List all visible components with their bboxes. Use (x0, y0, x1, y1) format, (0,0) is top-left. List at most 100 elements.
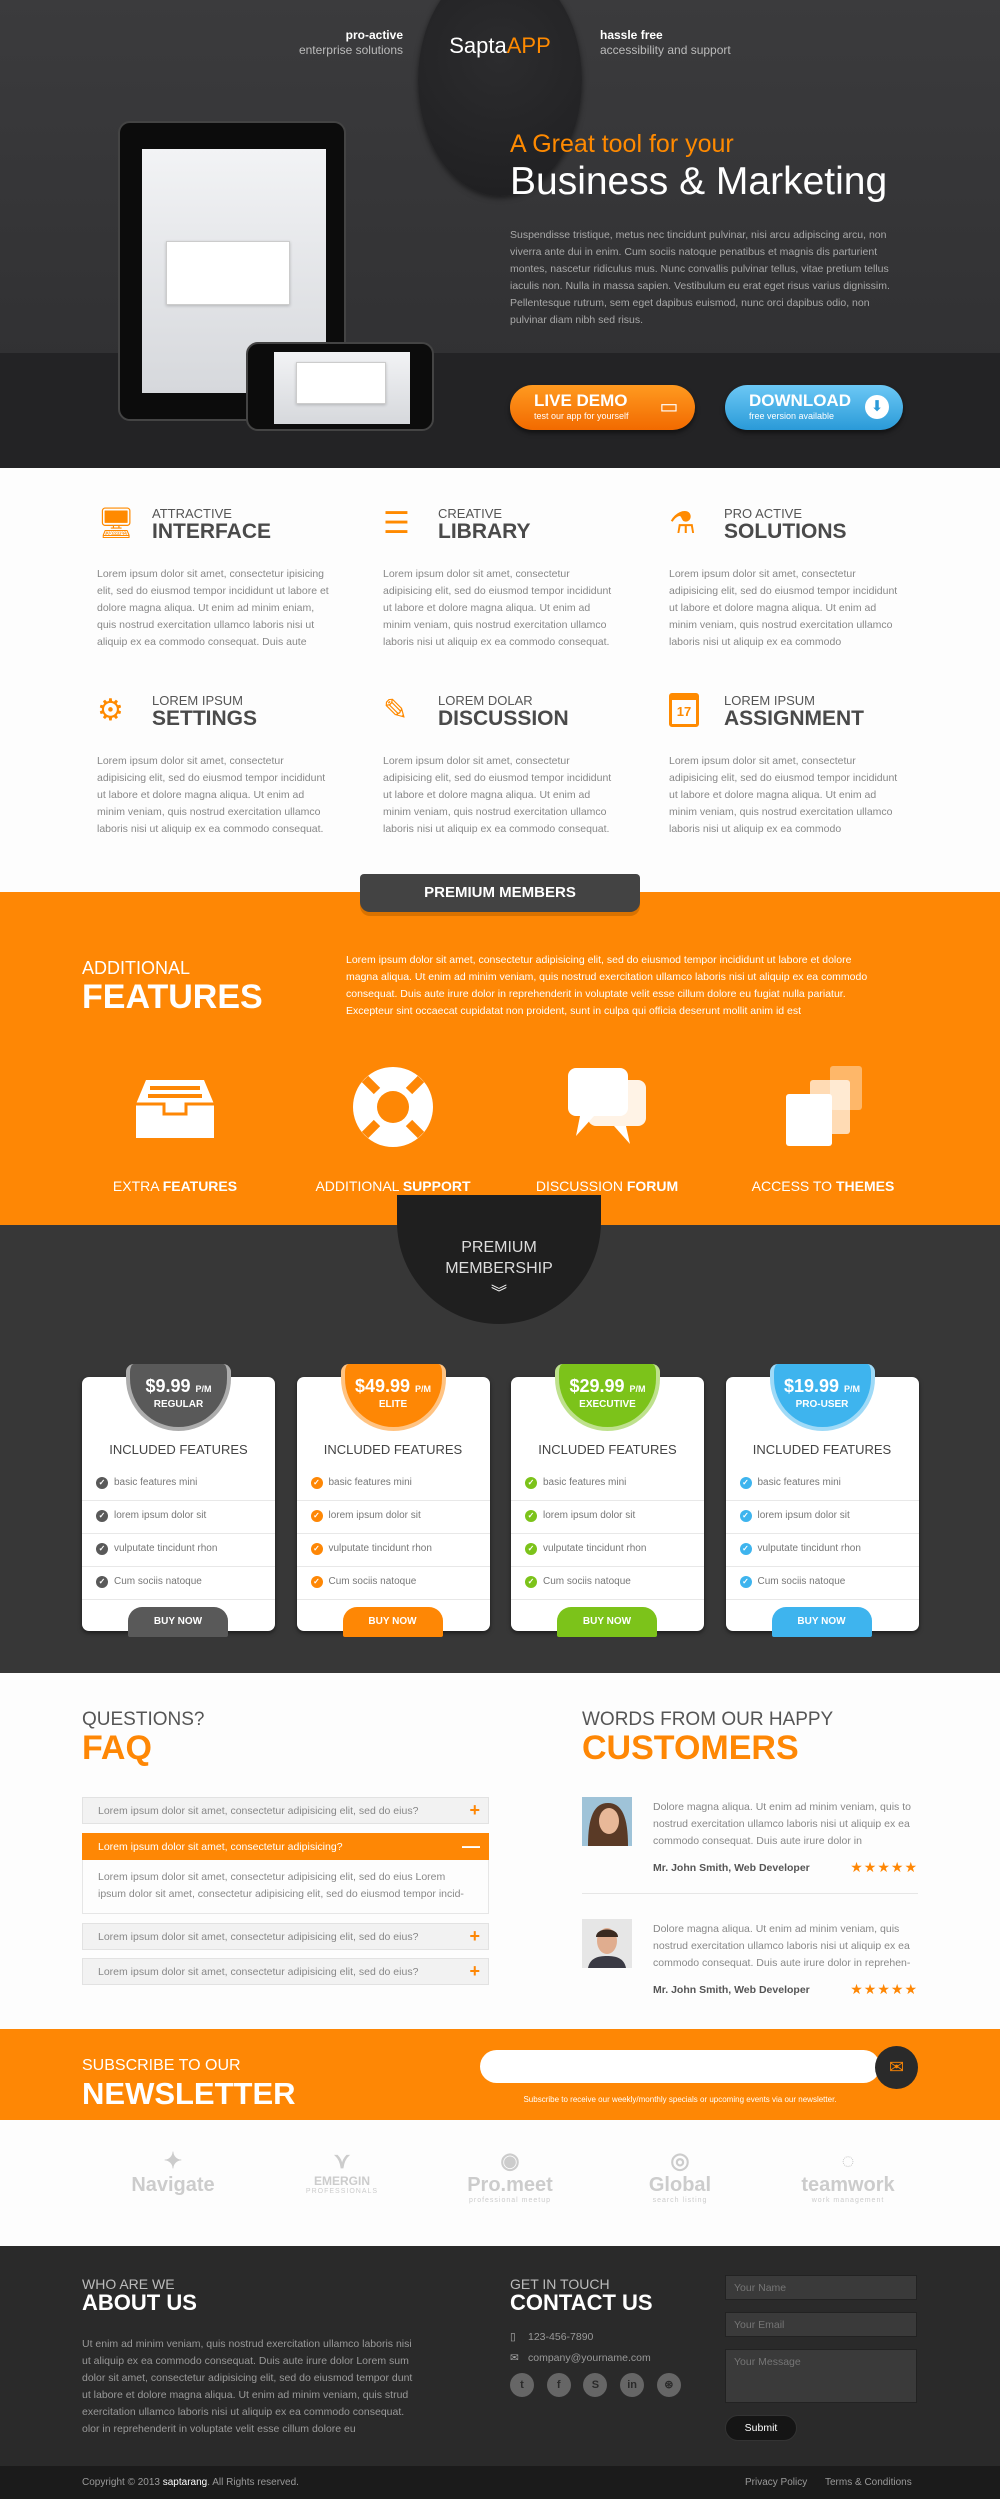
faq-question: Lorem ipsum dolor sit amet, consectetur … (98, 1841, 343, 1853)
price: $29.99 P/M (569, 1376, 646, 1396)
feature-subtitle: LOREM DOLAR (438, 693, 533, 708)
newsletter-email-input[interactable] (480, 2050, 880, 2083)
partners-section: ✦ Navigate ⋎ EMERGIN PROFESSIONALS ◉ Pro.meet p… (0, 2120, 1000, 2246)
star-icon: ★ (890, 1981, 905, 1997)
newsletter-note: Subscribe to receive our weekly/monthly … (523, 2095, 837, 2104)
plus-icon[interactable]: + (469, 1926, 480, 1947)
faq-item[interactable]: Lorem ipsum dolor sit amet, consectetur … (82, 1958, 489, 1985)
logo[interactable]: SaptaAPP (418, 33, 582, 59)
name-field[interactable] (725, 2275, 917, 2300)
gear-icon: ⚙ (97, 694, 124, 727)
faq-answer: Lorem ipsum dolor sit amet, consectetur … (82, 1860, 489, 1914)
email-info[interactable]: ✉ company@yourname.com (510, 2352, 651, 2364)
feature-item: ✓ basic features mini (82, 1468, 275, 1501)
price-badge: $29.99 P/M EXECUTIVE (555, 1364, 660, 1431)
testimonial-author: Mr. John Smith, Web Developer (653, 1862, 810, 1874)
privacy-link[interactable]: Privacy Policy (745, 2477, 807, 2488)
feature-list: ✓ basic features mini ✓ lorem ipsum dolor s… (511, 1468, 704, 1600)
faq-item[interactable]: Lorem ipsum dolor sit amet, consectetur … (82, 1833, 489, 1860)
premium-feature-features[interactable]: EXTRA FEATURES (65, 1064, 285, 1194)
pricing-card-pro-user: $19.99 P/M PRO-USER INCLUDED FEATURES ✓ basi… (725, 1364, 919, 1637)
copyright: Copyright © 2013 saptarang. All Rights r… (82, 2477, 299, 2488)
check-icon: ✓ (96, 1543, 108, 1555)
terms-link[interactable]: Terms & Conditions (825, 2477, 912, 2488)
star-icon: ★ (863, 1981, 878, 1997)
linkedin-icon[interactable]: in (620, 2373, 645, 2397)
skype-icon[interactable]: S (583, 2373, 608, 2397)
mail-icon: ✉ (510, 2352, 519, 2364)
avatar (582, 1919, 632, 1968)
monitor-icon: 🖥 (97, 507, 136, 540)
submit-button[interactable]: Submit (725, 2415, 797, 2441)
facebook-icon[interactable]: f (546, 2373, 571, 2397)
feature-item: ✓ Cum sociis natoque (511, 1567, 704, 1600)
testimonial-text: Dolore magna aliqua. Ut enim ad minim ve… (653, 1801, 911, 1847)
faq-item[interactable]: Lorem ipsum dolor sit amet, consectetur … (82, 1923, 489, 1950)
check-icon: ✓ (739, 1576, 752, 1588)
check-icon: ✓ (525, 1477, 537, 1489)
partner-logo-emergin[interactable]: ⋎ EMERGIN PROFESSIONALS (267, 2148, 417, 2195)
section-subtitle: ADDITIONAL (82, 958, 191, 978)
faq-item[interactable]: Lorem ipsum dolor sit amet, consectetur … (82, 1797, 489, 1824)
feature-title: SETTINGS (152, 707, 258, 730)
buy-now-button[interactable]: BUY NOW (557, 1607, 657, 1637)
feature-item: ✓ lorem ipsum dolor sit (725, 1501, 919, 1534)
feature-list: ✓ basic features mini ✓ lorem ipsum dolor s… (82, 1468, 275, 1600)
premium-feature-forum[interactable]: DISCUSSION FORUM (497, 1064, 717, 1194)
partner-logo-teamwork[interactable]: ◌ teamwork work management (773, 2148, 923, 2204)
live-demo-button[interactable]: LIVE DEMO test our app for yourself ▭ (510, 385, 695, 430)
phone-info: ▯ 123-456-7890 (510, 2331, 594, 2343)
dribbble-icon[interactable]: ⊛ (656, 2373, 681, 2397)
envelope-icon: ✉ (888, 2057, 905, 2077)
feature-item: ✓ vulputate tincidunt rhon (725, 1534, 919, 1567)
buy-now-button[interactable]: BUY NOW (342, 1607, 443, 1637)
plus-icon[interactable]: + (469, 1800, 480, 1821)
feature-item: ✓ basic features mini (511, 1468, 704, 1501)
check-icon: ✓ (96, 1576, 108, 1588)
check-icon: ✓ (310, 1477, 323, 1489)
minus-icon[interactable]: — (462, 1836, 480, 1857)
check-icon: ✓ (739, 1510, 752, 1522)
premium-feature-support[interactable]: ADDITIONAL SUPPORT (283, 1064, 503, 1194)
flask-icon: ⚗ (669, 507, 696, 540)
star-icon: ★ (890, 1859, 905, 1875)
phone-image (246, 342, 434, 431)
premium-feature-label: ACCESS TO THEMES (751, 1178, 895, 1194)
faq-customers-section: QUESTIONS? FAQ WORDS FROM OUR HAPPY CUST… (0, 1673, 1000, 2030)
monitor-icon: ▭ (659, 396, 679, 418)
premium-feature-label: DISCUSSION FORUM (535, 1178, 679, 1194)
feature-list: ✓ basic features mini ✓ lorem ipsum dolor s… (725, 1468, 919, 1600)
faq-question: Lorem ipsum dolor sit amet, consectetur … (98, 1805, 419, 1817)
buy-now-button[interactable]: BUY NOW (128, 1607, 228, 1637)
star-icon: ★ (877, 1859, 891, 1875)
logo-mark-icon: ◌ (841, 2148, 855, 2173)
customers-title: CUSTOMERS (582, 1729, 799, 1767)
email-field[interactable] (725, 2312, 917, 2337)
check-icon: ✓ (525, 1543, 537, 1555)
feature-item: ✓ lorem ipsum dolor sit (511, 1501, 704, 1534)
partner-logo-navigate[interactable]: ✦ Navigate (98, 2148, 248, 2197)
star-icon: ★ (850, 1981, 864, 1997)
chevron-double-down-icon[interactable]: ︾ (397, 1283, 601, 1304)
buy-now-button[interactable]: BUY NOW (771, 1607, 872, 1637)
footer: WHO ARE WE ABOUT US Ut enim ad minim ven… (0, 2246, 1000, 2466)
pricing-card-regular: $9.99 P/M REGULAR INCLUDED FEATURES ✓ basic … (82, 1364, 275, 1637)
section-title: FEATURES (82, 978, 263, 1016)
check-icon: ✓ (739, 1543, 752, 1555)
download-button[interactable]: DOWNLOAD free version available ⬇ (725, 385, 903, 430)
feature-text: Lorem ipsum dolor sit amet, consectetur … (669, 568, 898, 648)
premium-feature-themes[interactable]: ACCESS TO THEMES (713, 1064, 933, 1194)
partner-logo-promeet[interactable]: ◉ Pro.meet professional meetup (435, 2148, 585, 2204)
check-icon: ✓ (96, 1477, 108, 1489)
lifebuoy-icon (350, 1064, 436, 1150)
message-field[interactable] (725, 2349, 917, 2403)
feature-text: Lorem ipsum dolor sit amet, consectetur … (97, 568, 329, 648)
feature-text: Lorem ipsum dolor sit amet, consectetur … (383, 755, 612, 835)
twitter-icon[interactable]: t (510, 2373, 534, 2397)
subscribe-button[interactable]: ✉ (875, 2046, 918, 2089)
check-icon: ✓ (310, 1576, 323, 1588)
check-icon: ✓ (96, 1510, 108, 1522)
download-arrow-icon: ⬇ (865, 395, 889, 419)
plus-icon[interactable]: + (469, 1961, 480, 1982)
partner-logo-global[interactable]: ◎ Global search listing (605, 2148, 755, 2204)
